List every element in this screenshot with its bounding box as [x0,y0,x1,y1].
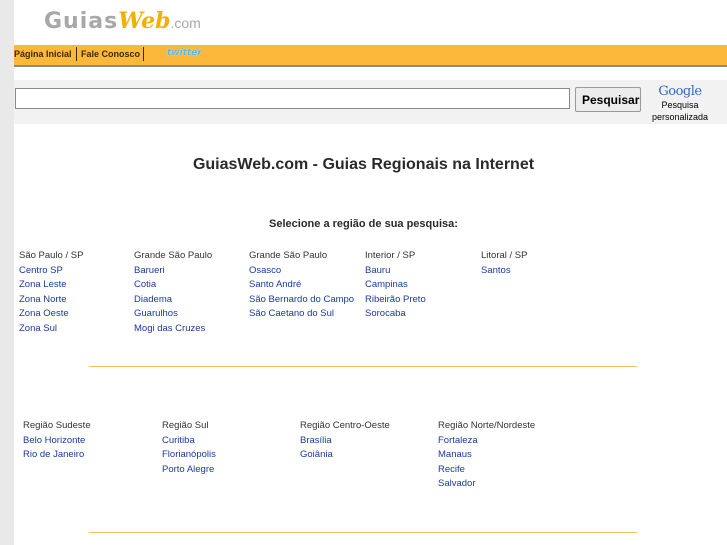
region-column: Grande São Paulo Barueri Cotia Diadema G… [134,249,212,337]
region-heading: Região Sul [162,420,209,431]
nav-bar: Página Inicial Fale Conosco twitter [14,45,727,67]
region-instruction: Selecione a região de sua pesquisa: [269,218,458,230]
city-link[interactable]: Curitiba [162,434,216,449]
section-divider [89,532,637,533]
city-link[interactable]: Centro SP [19,264,83,279]
site-logo[interactable]: Guias Web .com [44,8,201,36]
city-link[interactable]: Recife [438,463,535,478]
region-heading: Grande São Paulo [249,250,328,261]
google-logo: Google [658,84,702,99]
region-column: Grande São Paulo Osasco Santo André São … [249,249,354,322]
google-custom-search-badge: Google Pesquisa personalizada [647,84,713,123]
page-title: GuiasWeb.com - Guias Regionais na Intern… [192,156,535,173]
city-link[interactable]: Rio de Janeiro [23,448,91,463]
city-link[interactable]: São Caetano do Sul [249,307,354,322]
logo-com: .com [170,15,201,31]
region-column: Interior / SP Bauru Campinas Ribeirão Pr… [365,249,426,322]
region-heading: São Paulo / SP [19,250,84,261]
city-link[interactable]: Sorocaba [365,307,426,322]
region-heading: Litoral / SP [481,250,528,261]
region-column: Região Norte/Nordeste Fortaleza Manaus R… [438,419,535,492]
city-link[interactable]: São Bernardo do Campo [249,293,354,308]
city-link[interactable]: Santo André [249,278,354,293]
page: Guias Web .com Página Inicial Fale Conosco… [14,0,727,545]
search-button[interactable]: Pesquisar [575,87,641,112]
region-heading: Interior / SP [365,250,416,261]
city-link[interactable]: Santos [481,264,527,279]
region-heading: Região Centro-Oeste [300,420,390,431]
city-link[interactable]: Florianópolis [162,448,216,463]
region-heading: Grande São Paulo [134,250,213,261]
google-caption-line1: Pesquisa [661,100,699,110]
region-column: Região Centro-Oeste Brasília Goiânia [300,419,390,463]
section-divider [89,366,637,367]
logo-web: Web [118,8,171,34]
nav-separator [143,47,144,61]
city-link[interactable]: Zona Oeste [19,307,83,322]
region-heading: Região Norte/Nordeste [438,420,536,431]
search-input[interactable] [15,88,570,109]
region-column: Litoral / SP Santos [481,249,527,278]
city-link[interactable]: Zona Sul [19,322,83,337]
city-link[interactable]: Brasília [300,434,390,449]
logo-guias: Guias [44,9,119,34]
region-heading: Região Sudeste [23,420,91,431]
city-link[interactable]: Belo Horizonte [23,434,91,449]
region-column: Região Sudeste Belo Horizonte Rio de Jan… [23,419,91,463]
city-link[interactable]: Barueri [134,264,212,279]
city-link[interactable]: Porto Alegre [162,463,216,478]
city-link[interactable]: Mogi das Cruzes [134,322,212,337]
region-column: São Paulo / SP Centro SP Zona Leste Zona… [19,249,83,337]
region-column: Região Sul Curitiba Florianópolis Porto … [162,419,216,477]
city-link[interactable]: Osasco [249,264,354,279]
search-bar: Pesquisar Google Pesquisa personalizada [14,80,727,124]
city-link[interactable]: Guarulhos [134,307,212,322]
city-link[interactable]: Ribeirão Preto [365,293,426,308]
city-link[interactable]: Zona Norte [19,293,83,308]
city-link[interactable]: Cotia [134,278,212,293]
city-link[interactable]: Manaus [438,448,535,463]
nav-separator [76,47,77,61]
city-link[interactable]: Goiânia [300,448,390,463]
google-caption-line2: personalizada [651,112,709,122]
city-link[interactable]: Diadema [134,293,212,308]
city-link[interactable]: Zona Leste [19,278,83,293]
nav-home-link[interactable]: Página Inicial [14,49,72,59]
city-link[interactable]: Bauru [365,264,426,279]
twitter-icon[interactable]: twitter [167,48,209,61]
city-link[interactable]: Salvador [438,477,535,492]
nav-contact-link[interactable]: Fale Conosco [81,49,140,59]
city-link[interactable]: Fortaleza [438,434,535,449]
city-link[interactable]: Campinas [365,278,426,293]
